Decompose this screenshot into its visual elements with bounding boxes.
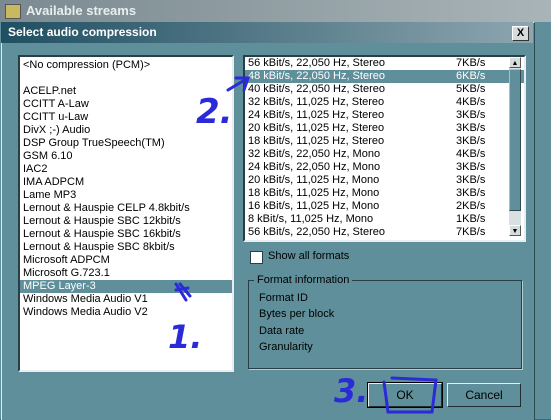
annotation-overlay (174, 76, 438, 414)
annotation-step-2: 2. (196, 92, 233, 132)
annotation-arrow-2 (226, 76, 251, 92)
annotation-step-1: 1. (168, 318, 203, 356)
annotation-arrow-1 (174, 282, 192, 302)
annotation-ok-circle (382, 376, 438, 414)
annotation-step-3: 3. (334, 372, 369, 410)
